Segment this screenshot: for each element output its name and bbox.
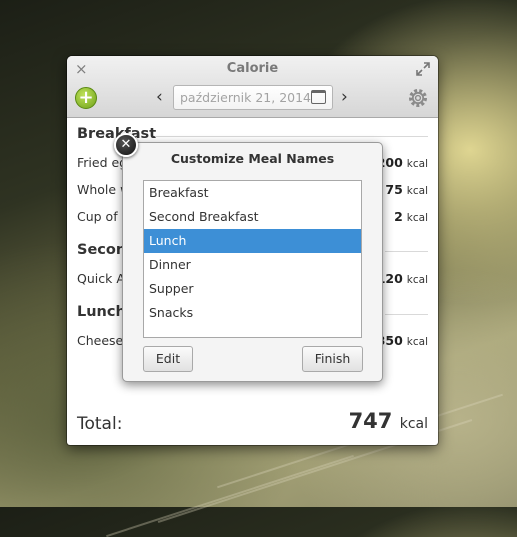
- previous-day-button[interactable]: ‹: [156, 87, 163, 107]
- finish-button[interactable]: Finish: [302, 346, 363, 372]
- gear-icon[interactable]: [406, 86, 430, 110]
- food-item-calories: 2 kcal: [394, 209, 428, 224]
- dialog-title: Customize Meal Names: [170, 151, 335, 166]
- section-divider: [385, 314, 428, 315]
- calendar-icon[interactable]: [311, 90, 326, 104]
- total-label: Total:: [77, 414, 123, 434]
- meal-names-list[interactable]: Breakfast Second Breakfast Lunch Dinner …: [143, 180, 362, 338]
- list-item[interactable]: Breakfast: [144, 181, 361, 205]
- add-food-button[interactable]: +: [75, 87, 97, 109]
- section-divider: [155, 136, 428, 137]
- dialog-close-icon[interactable]: ✕: [114, 133, 138, 157]
- header-bar: × Calorie + ‹ październik 21, 2014 ›: [67, 56, 438, 118]
- food-item-calories: 75 kcal: [385, 182, 428, 197]
- date-value: październik 21, 2014: [180, 90, 312, 105]
- meal-title-lunch: Lunch: [77, 304, 126, 320]
- list-item[interactable]: Snacks: [144, 301, 361, 325]
- food-item-calories: 350 kcal: [376, 333, 428, 348]
- list-item[interactable]: Second Breakfast: [144, 205, 361, 229]
- food-item-name[interactable]: Cup of c: [77, 209, 128, 224]
- list-item[interactable]: Dinner: [144, 253, 361, 277]
- edit-button[interactable]: Edit: [143, 346, 193, 372]
- food-item-calories: 200 kcal: [376, 155, 428, 170]
- list-item-selected[interactable]: Lunch: [144, 229, 361, 253]
- window-title: Calorie: [226, 61, 279, 76]
- total-calories: 747 kcal: [348, 409, 428, 433]
- next-day-button[interactable]: ›: [341, 87, 348, 107]
- food-item-calories: 120 kcal: [376, 271, 428, 286]
- section-divider: [385, 251, 428, 252]
- date-picker[interactable]: październik 21, 2014: [173, 85, 333, 110]
- maximize-icon[interactable]: [416, 62, 430, 76]
- customize-meal-names-dialog: Customize Meal Names Breakfast Second Br…: [122, 142, 383, 382]
- list-item[interactable]: Supper: [144, 277, 361, 301]
